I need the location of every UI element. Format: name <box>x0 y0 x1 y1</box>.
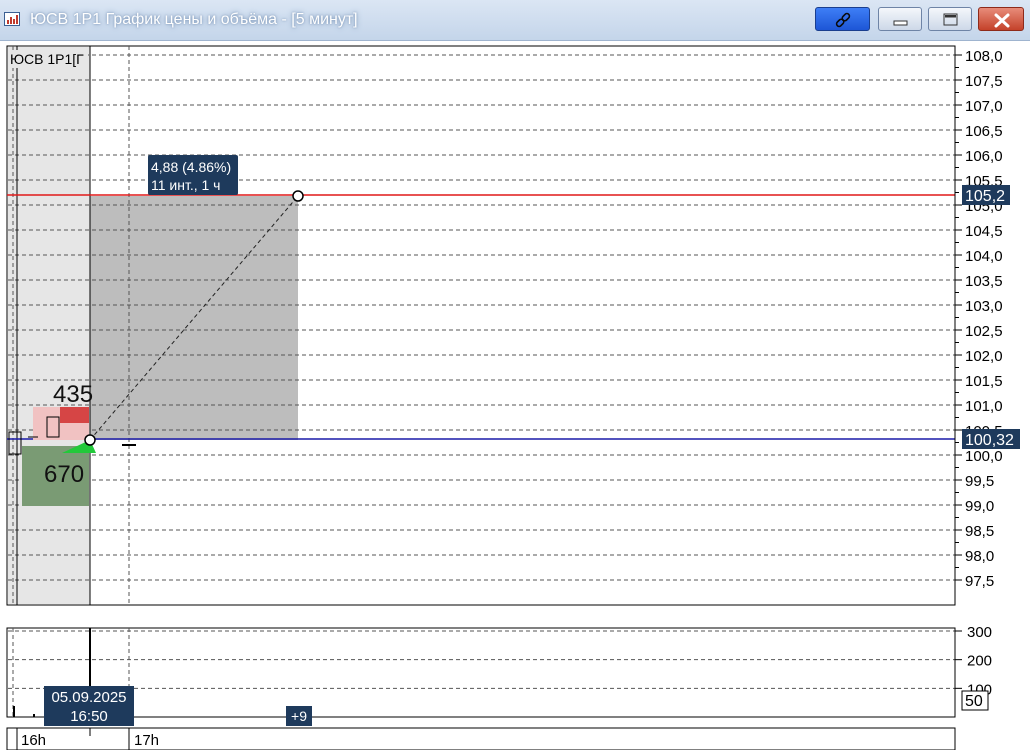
measure-start-handle[interactable] <box>84 434 96 446</box>
ask-volume-label: 435 <box>53 381 93 408</box>
measure-span-text: 11 инт., 1 ч <box>151 177 220 193</box>
maximize-button[interactable] <box>928 7 972 31</box>
volume-tick-label: 300 <box>967 624 992 641</box>
cursor-time: 16:50 <box>70 708 108 725</box>
price-tick-label: 98,5 <box>965 523 994 540</box>
close-button[interactable] <box>978 7 1024 31</box>
price-volume-chart[interactable]: 4,88 (4.86%) 11 инт., 1 ч 435 670 ЮСВ 1Р… <box>0 40 1030 750</box>
price-tick-label: 106,5 <box>965 123 1003 140</box>
price-tick-label: 103,5 <box>965 273 1003 290</box>
instrument-label: ЮСВ 1Р1[Г <box>10 51 84 67</box>
link-button[interactable] <box>815 7 870 31</box>
bid-volume-label: 670 <box>44 461 84 488</box>
title-bar[interactable]: ЮСВ 1Р1 График цены и объёма - [5 минут] <box>0 0 1030 41</box>
time-tick-17h: 17h <box>134 732 159 749</box>
price-axis[interactable]: 108,0107,5107,0106,5106,0105,5105,0104,5… <box>954 46 1003 605</box>
price-tick-label: 104,5 <box>965 223 1003 240</box>
blue-level-value: 100,32 <box>965 432 1014 449</box>
volume-tick-label: 200 <box>967 653 992 670</box>
price-tick-label: 102,0 <box>965 348 1003 365</box>
maximize-icon <box>943 13 958 26</box>
close-icon <box>994 13 1010 28</box>
time-tick-16h: 16h <box>21 732 46 749</box>
volume-current-value: 50 <box>965 693 983 710</box>
price-tick-label: 103,0 <box>965 298 1003 315</box>
history-band <box>8 47 90 604</box>
window-title: ЮСВ 1Р1 График цены и объёма - [5 минут] <box>30 11 358 28</box>
price-tick-label: 97,5 <box>965 573 994 590</box>
price-tick-label: 104,0 <box>965 248 1003 265</box>
red-level-value: 105,2 <box>965 188 1005 205</box>
price-tick-label: 98,0 <box>965 548 994 565</box>
minimize-button[interactable] <box>878 7 922 31</box>
price-tick-label: 99,5 <box>965 473 994 490</box>
price-tick-label: 101,0 <box>965 398 1003 415</box>
price-tick-label: 101,5 <box>965 373 1003 390</box>
price-tick-label: 108,0 <box>965 48 1003 65</box>
cursor-date: 05.09.2025 <box>51 689 126 706</box>
price-tick-label: 99,0 <box>965 498 994 515</box>
price-tick-label: 106,0 <box>965 148 1003 165</box>
hidden-count: +9 <box>291 708 307 724</box>
volume-plot-area[interactable] <box>6 627 956 718</box>
measure-change-text: 4,88 (4.86%) <box>151 159 231 175</box>
price-tick-label: 100,0 <box>965 448 1003 465</box>
price-tick-label: 102,5 <box>965 323 1003 340</box>
chart-app-icon <box>4 12 20 26</box>
price-tick-label: 107,5 <box>965 73 1003 90</box>
link-icon <box>835 12 851 28</box>
measure-end-handle[interactable] <box>292 190 304 202</box>
price-tick-label: 107,0 <box>965 98 1003 115</box>
ask-depth-bar <box>60 407 89 423</box>
minimize-icon <box>893 20 908 26</box>
